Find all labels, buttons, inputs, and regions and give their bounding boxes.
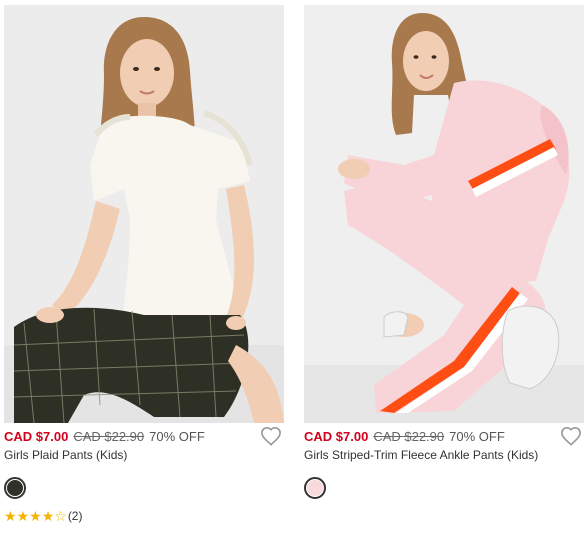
- star-filled-icon: ★: [29, 508, 42, 524]
- price-row: CAD $7.00 CAD $22.90 70% OFF: [4, 425, 284, 447]
- price-row: CAD $7.00 CAD $22.90 70% OFF: [304, 425, 584, 447]
- rating-stars: ★ ★ ★ ★ ☆: [4, 509, 67, 523]
- sale-price: CAD $7.00: [304, 428, 369, 444]
- product-name[interactable]: Girls Plaid Pants (Kids): [4, 447, 284, 463]
- original-price: CAD $22.90: [373, 428, 445, 444]
- star-filled-icon: ★: [41, 508, 55, 524]
- color-swatch[interactable]: [4, 477, 26, 499]
- product-name[interactable]: Girls Striped-Trim Fleece Ankle Pants (K…: [304, 447, 584, 463]
- product-image[interactable]: [4, 5, 284, 423]
- sale-price: CAD $7.00: [4, 428, 69, 444]
- heart-outline-icon[interactable]: [560, 426, 582, 446]
- swatch-color: [7, 480, 23, 496]
- heart-outline-icon[interactable]: [260, 426, 282, 446]
- discount-label: 70% OFF: [449, 428, 505, 444]
- rating: ★ ★ ★ ★ ☆ (2): [4, 509, 284, 523]
- star-outline-icon: ☆: [54, 508, 67, 524]
- review-count[interactable]: (2): [68, 509, 83, 523]
- star-filled-icon: ★: [16, 508, 30, 524]
- product-card[interactable]: CAD $7.00 CAD $22.90 70% OFF Girls Plaid…: [4, 5, 284, 523]
- original-price: CAD $22.90: [73, 428, 145, 444]
- swatch-color: [307, 480, 323, 496]
- star-filled-icon: ★: [4, 508, 17, 524]
- discount-label: 70% OFF: [149, 428, 205, 444]
- product-image[interactable]: [304, 5, 584, 423]
- color-swatch[interactable]: [304, 477, 326, 499]
- product-card[interactable]: CAD $7.00 CAD $22.90 70% OFF Girls Strip…: [304, 5, 584, 499]
